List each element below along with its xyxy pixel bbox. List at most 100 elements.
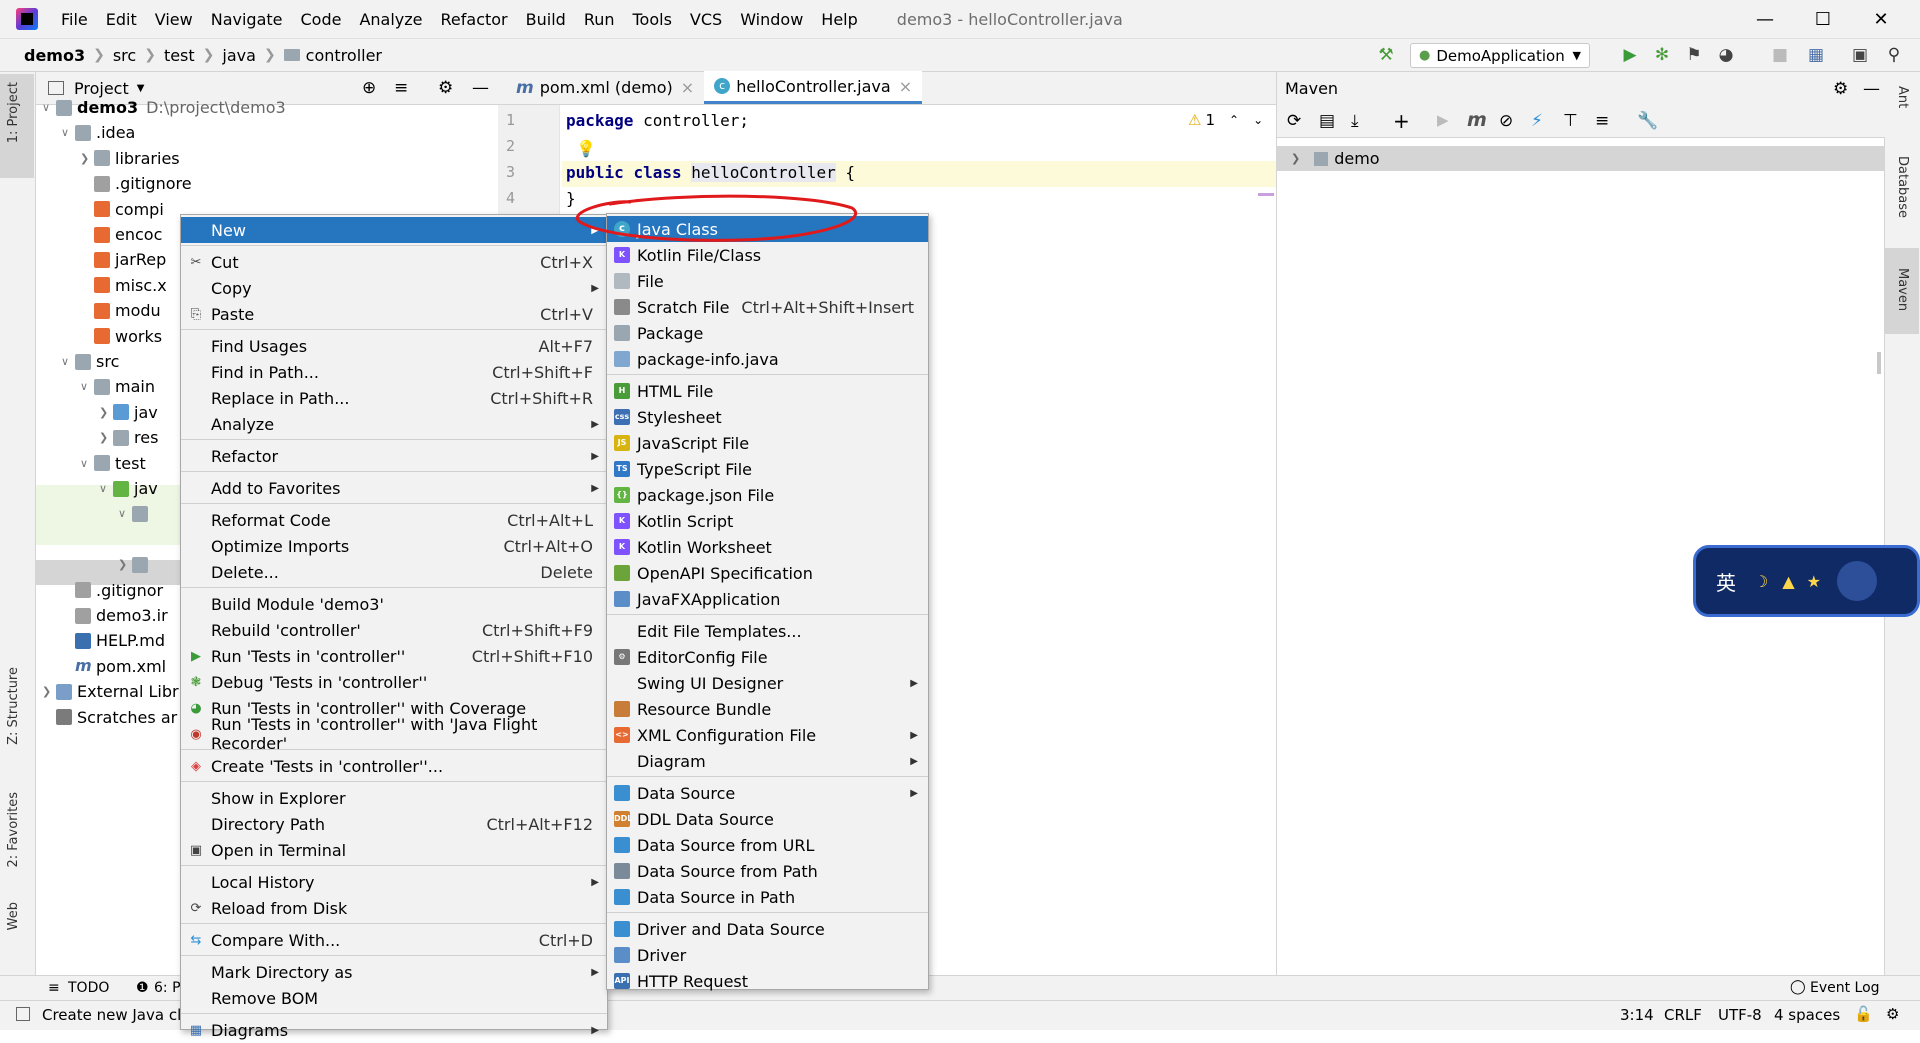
menu-window[interactable]: Window xyxy=(731,10,812,29)
menu-item-typescript-file[interactable]: TS TypeScript File xyxy=(607,456,928,482)
tree-row-main[interactable]: ∨ main xyxy=(80,374,155,399)
menu-file[interactable]: File xyxy=(52,10,97,29)
menu-item-analyze[interactable]: Analyze ▶ xyxy=(181,411,607,437)
line-separator[interactable]: CRLF xyxy=(1664,1006,1702,1024)
download-icon[interactable]: ⤓ xyxy=(1351,111,1359,131)
menu-item-add-to-favorites[interactable]: Add to Favorites ▶ xyxy=(181,475,607,501)
menu-edit[interactable]: Edit xyxy=(97,10,146,29)
menu-item-kotlin-worksheet[interactable]: K Kotlin Worksheet xyxy=(607,534,928,560)
breadcrumb-demo3[interactable]: demo3 xyxy=(24,46,85,65)
chevron-right-icon[interactable]: ❯ xyxy=(80,146,94,171)
menu-item-openapi-specification[interactable]: OpenAPI Specification xyxy=(607,560,928,586)
chevron-down-icon[interactable]: ∨ xyxy=(61,349,75,374)
menu-item-http-request[interactable]: API HTTP Request xyxy=(607,968,928,994)
menu-code[interactable]: Code xyxy=(292,10,351,29)
menu-item-remove-bom[interactable]: Remove BOM xyxy=(181,985,607,1011)
breadcrumb-controller[interactable]: controller xyxy=(306,46,382,65)
gear-icon[interactable]: ⚙ xyxy=(438,78,453,98)
menu-item-run-tests-in-controller[interactable]: ▶ Run 'Tests in 'controller'' Ctrl+Shift+F… xyxy=(181,643,607,669)
tree-row-compi[interactable]: compi xyxy=(80,197,164,222)
chevron-down-icon[interactable]: ∨ xyxy=(80,451,94,476)
menu-item-javascript-file[interactable]: JS JavaScript File xyxy=(607,430,928,456)
tree-row-libraries[interactable]: ❯ libraries xyxy=(80,146,180,171)
wrench-icon[interactable]: 🔧 xyxy=(1637,111,1658,131)
breadcrumb-src[interactable]: src xyxy=(113,46,136,65)
tree-row-jav[interactable]: ∨ jav xyxy=(99,476,158,501)
menu-item-debug-tests-in-controller[interactable]: ❃ Debug 'Tests in 'controller'' xyxy=(181,669,607,695)
menu-item-html-file[interactable]: H HTML File xyxy=(607,378,928,404)
menu-item-reformat-code[interactable]: Reformat Code Ctrl+Alt+L xyxy=(181,507,607,533)
menu-item-package-json-file[interactable]: {} package.json File xyxy=(607,482,928,508)
inspection-widget[interactable]: ⚠ 1 ⌃ ⌄ xyxy=(1188,111,1263,129)
chevron-down-icon[interactable]: ∨ xyxy=(42,95,56,120)
toggle-offline-icon[interactable]: ⊘ xyxy=(1499,111,1513,131)
menu-item-data-source-from-path[interactable]: Data Source from Path xyxy=(607,858,928,884)
menu-item-driver-and-data-source[interactable]: Driver and Data Source xyxy=(607,916,928,942)
menu-build[interactable]: Build xyxy=(517,10,575,29)
code-line-1[interactable]: package controller; xyxy=(566,111,749,130)
code-line-3[interactable]: public class helloController { xyxy=(566,163,855,182)
menu-item-diagrams[interactable]: ▦ Diagrams ▶ xyxy=(181,1017,607,1043)
collapse-all-icon[interactable]: ≡ xyxy=(394,78,408,98)
star-icon[interactable]: ★ xyxy=(1807,572,1821,591)
chevron-down-icon[interactable]: ▼ xyxy=(137,83,145,94)
web-tool-label[interactable]: Web xyxy=(6,902,21,930)
menu-item-package[interactable]: Package xyxy=(607,320,928,346)
menu-item-compare-with[interactable]: ⇆ Compare With... Ctrl+D xyxy=(181,927,607,953)
tree-row-jarrep[interactable]: jarRep xyxy=(80,247,166,272)
tree-row-demo3[interactable]: ∨ demo3 D:\project\demo3 xyxy=(42,95,286,120)
chevron-down-icon[interactable]: ∨ xyxy=(99,476,113,501)
project-tool-label[interactable]: 1: Project xyxy=(6,82,21,143)
menu-item-edit-file-templates[interactable]: Edit File Templates... xyxy=(607,618,928,644)
menu-item-open-in-terminal[interactable]: ▣ Open in Terminal xyxy=(181,837,607,863)
close-icon[interactable]: × xyxy=(681,78,694,97)
memory-indicator-icon[interactable]: ⚙ xyxy=(1886,1005,1899,1023)
menu-item-build-module-demo3[interactable]: Build Module 'demo3' xyxy=(181,591,607,617)
menu-tools[interactable]: Tools xyxy=(624,10,681,29)
run-icon[interactable]: ▶ xyxy=(1437,111,1449,129)
breadcrumb-test[interactable]: test xyxy=(164,46,195,65)
menu-item-diagram[interactable]: Diagram ▶ xyxy=(607,748,928,774)
ant-tool-label[interactable]: Ant xyxy=(1895,86,1910,108)
menu-vcs[interactable]: VCS xyxy=(681,10,731,29)
menu-item-kotlin-script[interactable]: K Kotlin Script xyxy=(607,508,928,534)
tree-row-help-md[interactable]: HELP.md xyxy=(61,628,165,653)
close-window-button[interactable]: ✕ xyxy=(1852,0,1910,39)
menu-item-copy[interactable]: Copy ▶ xyxy=(181,275,607,301)
tree-row-folder[interactable]: ❯ xyxy=(118,552,153,577)
hide-panel-icon[interactable]: — xyxy=(1863,79,1880,99)
chevron-right-icon[interactable]: ❯ xyxy=(99,400,113,425)
menu-item-replace-in-path[interactable]: Replace in Path... Ctrl+Shift+R xyxy=(181,385,607,411)
menu-item-resource-bundle[interactable]: Resource Bundle xyxy=(607,696,928,722)
add-icon[interactable]: + xyxy=(1393,109,1410,133)
menu-view[interactable]: View xyxy=(146,10,202,29)
menu-item-create-tests-in-controller[interactable]: ◈ Create 'Tests in 'controller''... xyxy=(181,753,607,779)
menu-item-paste[interactable]: ⎘ Paste Ctrl+V xyxy=(181,301,607,327)
run-icon[interactable]: ▶ xyxy=(1620,45,1640,65)
tree-row-external-libr[interactable]: ❯ External Libr xyxy=(42,679,179,704)
debug-icon[interactable]: ✻ xyxy=(1652,45,1672,65)
menu-analyze[interactable]: Analyze xyxy=(350,10,431,29)
event-log-button[interactable]: Event Log xyxy=(1810,980,1880,996)
database-tool-label[interactable]: Database xyxy=(1895,156,1910,218)
structure-tool-label[interactable]: Z: Structure xyxy=(6,667,21,745)
menu-item-rebuild-controller[interactable]: Rebuild 'controller' Ctrl+Shift+F9 xyxy=(181,617,607,643)
scrollbar[interactable] xyxy=(1877,352,1881,374)
tree-row-demo3-ir[interactable]: demo3.ir xyxy=(61,603,168,628)
chevron-right-icon[interactable]: ❯ xyxy=(42,679,56,704)
menu-item-data-source[interactable]: Data Source ▶ xyxy=(607,780,928,806)
reload-icon[interactable]: ⟳ xyxy=(1287,111,1301,131)
tree-row-idea[interactable]: ∨ .idea xyxy=(61,120,135,145)
gear-icon[interactable]: ⚙ xyxy=(1833,79,1848,99)
tab-pom-xml-demo[interactable]: m pom.xml (demo) × xyxy=(506,71,704,104)
tree-row-folder[interactable]: ∨ xyxy=(118,501,153,526)
shirt-icon[interactable]: ▲ xyxy=(1782,572,1794,591)
project-structure-icon[interactable]: ▦ xyxy=(1806,45,1826,65)
chevron-right-icon[interactable]: ❯ xyxy=(118,552,132,577)
menu-item-data-source-in-path[interactable]: Data Source in Path xyxy=(607,884,928,910)
menu-item-xml-configuration-file[interactable]: <> XML Configuration File ▶ xyxy=(607,722,928,748)
tree-row-jav[interactable]: ❯ jav xyxy=(99,400,158,425)
chevron-right-icon[interactable]: ❯ xyxy=(1291,152,1300,165)
locate-icon[interactable]: ⊕ xyxy=(362,78,376,98)
stop-icon[interactable]: ■ xyxy=(1770,45,1790,65)
